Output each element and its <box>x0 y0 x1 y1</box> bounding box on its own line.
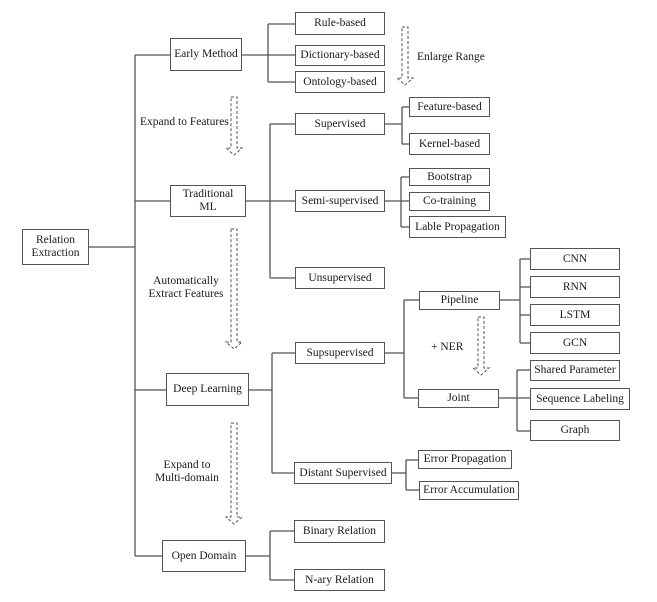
note-enlarge-range: Enlarge Range <box>417 51 485 63</box>
node-deep-learning: Deep Learning <box>166 373 249 406</box>
ner-arrow <box>471 316 491 376</box>
node-rnn: RNN <box>530 276 620 298</box>
node-ontology-based: Ontology-based <box>295 71 385 93</box>
node-open-domain: Open Domain <box>162 540 246 572</box>
note-multi-domain: Expand to Multi-domain <box>155 459 219 484</box>
note-expand-features: Expand to Features <box>140 116 229 128</box>
node-shared-parameter: Shared Parameter <box>530 360 620 381</box>
note-ner: + NER <box>431 341 464 353</box>
node-supervised: Supervised <box>295 113 385 135</box>
node-lstm: LSTM <box>530 304 620 326</box>
node-binary-relation: Binary Relation <box>294 520 385 543</box>
node-rule-based: Rule-based <box>295 12 385 35</box>
node-bootstrap: Bootstrap <box>409 168 490 186</box>
node-traditional-ml: Traditional ML <box>170 185 246 217</box>
node-gcn: GCN <box>530 332 620 354</box>
node-co-training: Co-training <box>409 192 490 211</box>
node-joint: Joint <box>418 389 499 408</box>
root-node: Relation Extraction <box>22 229 89 265</box>
node-pipeline: Pipeline <box>419 291 500 310</box>
node-feature-based: Feature-based <box>409 97 490 117</box>
node-kernel-based: Kernel-based <box>409 133 490 155</box>
node-error-propagation: Error Propagation <box>418 450 512 469</box>
node-distant-supervised: Distant Supervised <box>294 462 392 484</box>
multi-domain-arrow <box>224 422 244 525</box>
node-unsupervised: Unsupervised <box>295 267 385 289</box>
node-label-propagation: Lable Propagation <box>409 216 506 238</box>
auto-extract-arrow <box>224 228 244 350</box>
node-error-accumulation: Error Accumulation <box>419 481 519 500</box>
node-dictionary-based: Dictionary-based <box>295 45 385 66</box>
node-graph: Graph <box>530 420 620 441</box>
node-sequence-labeling: Sequence Labeling <box>530 388 630 410</box>
note-auto-extract: Automatically Extract Features <box>148 275 224 300</box>
node-dl-supervised: Supsupervised <box>295 342 385 364</box>
enlarge-range-arrow <box>395 26 415 86</box>
node-semi-supervised: Semi-supervised <box>295 190 385 212</box>
node-cnn: CNN <box>530 248 620 270</box>
node-nary-relation: N-ary Relation <box>294 569 385 591</box>
node-early-method: Early Method <box>170 38 242 71</box>
